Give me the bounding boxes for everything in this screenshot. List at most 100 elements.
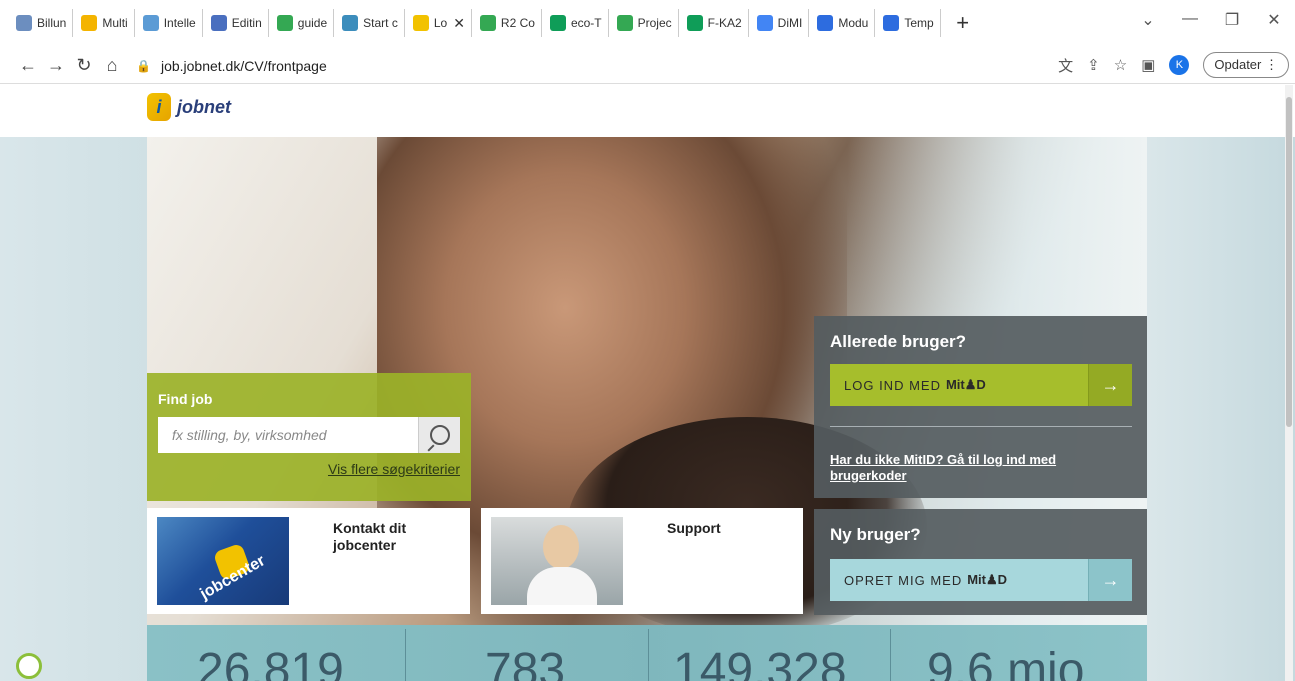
login-panel: Allerede bruger? LOG IND MED Mit♟D → Har…	[814, 316, 1147, 498]
more-search-criteria-link[interactable]: Vis flere søgekriterier	[158, 461, 460, 477]
scrollbar-thumb[interactable]	[1286, 97, 1292, 427]
login-mitid-label-area: LOG IND MED Mit♟D	[830, 364, 1088, 406]
share-icon[interactable]: ⇪	[1087, 56, 1100, 74]
jobnet-logo-icon: i	[147, 93, 171, 121]
new-user-heading: Ny bruger?	[830, 525, 921, 544]
close-tab-icon[interactable]: ✕	[453, 15, 465, 32]
browser-tab[interactable]: Start c	[334, 9, 405, 37]
update-button[interactable]: Opdater ⋮	[1203, 52, 1289, 78]
tab-search-icon[interactable]: ⌄	[1127, 10, 1169, 30]
tab-label: Projec	[637, 16, 672, 30]
statistics-band: 26.819 783 149.328 9,6 mio	[147, 625, 1147, 681]
page-content: i jobnet Find job fx stilling, by, virks…	[0, 85, 1295, 681]
tab-label: R2 Co	[500, 16, 535, 30]
tab-label: guide	[297, 16, 328, 30]
jobnet-logo[interactable]: i jobnet	[147, 93, 231, 121]
feedback-icon[interactable]	[16, 653, 42, 679]
tab-favicon-icon	[412, 15, 429, 31]
browser-tab[interactable]: Intelle	[135, 9, 203, 37]
search-icon	[429, 425, 450, 445]
find-job-box: Find job fx stilling, by, virksomhed Vis…	[147, 373, 471, 501]
minimize-icon[interactable]: —	[1169, 10, 1211, 30]
browser-tab[interactable]: Billun	[8, 9, 74, 37]
login-mitid-button[interactable]: LOG IND MED Mit♟D →	[830, 364, 1132, 406]
mitid-logo: Mit♟D	[945, 377, 986, 392]
login-divider	[830, 426, 1132, 427]
tab-favicon-icon	[549, 15, 566, 31]
address-bar[interactable]: 🔒 job.jobnet.dk/CV/frontpage	[136, 58, 327, 74]
tab-label: Lo	[433, 16, 448, 30]
page-scrollbar[interactable]	[1285, 85, 1293, 681]
jobnet-logo-text: jobnet	[177, 96, 231, 117]
arrow-right-icon: →	[1088, 559, 1132, 601]
tab-favicon-icon	[276, 15, 293, 31]
tab-favicon-icon	[616, 15, 633, 31]
tab-label: Temp	[904, 16, 934, 30]
profile-avatar[interactable]: K	[1169, 55, 1190, 75]
restore-icon[interactable]: ❐	[1211, 10, 1253, 30]
browser-tab[interactable]: Editin	[203, 9, 269, 37]
update-label: Opdater	[1214, 57, 1262, 72]
stat-value: 783	[485, 644, 566, 681]
agent-body	[527, 567, 597, 605]
tab-favicon-icon	[686, 15, 703, 31]
stat-separator	[405, 629, 406, 681]
side-panel-icon[interactable]: ▣	[1141, 56, 1155, 74]
url-text: job.jobnet.dk/CV/frontpage	[160, 57, 327, 74]
mitid-logo: Mit♟D	[967, 572, 1008, 587]
tab-label: Multi	[102, 16, 128, 30]
tab-favicon-icon	[817, 15, 834, 31]
arrow-right-icon: →	[1088, 364, 1132, 406]
job-search-input[interactable]: fx stilling, by, virksomhed	[158, 417, 418, 453]
browser-tab[interactable]: Multi	[73, 9, 135, 37]
support-card[interactable]: Support	[481, 508, 803, 614]
browser-tab[interactable]: eco-T	[542, 9, 609, 37]
back-icon[interactable]: ←	[14, 55, 42, 76]
tab-label: Billun	[37, 16, 67, 30]
stat-value: 26.819	[197, 644, 344, 681]
browser-tab[interactable]: guide	[269, 9, 335, 37]
tab-label: F-KA2	[707, 16, 742, 30]
login-heading: Allerede bruger?	[830, 332, 967, 351]
tab-favicon-icon	[81, 15, 98, 31]
bookmark-star-icon[interactable]: ☆	[1114, 56, 1127, 74]
browser-tab[interactable]: Projec	[609, 9, 679, 37]
tab-favicon-icon	[342, 15, 359, 31]
close-window-icon[interactable]: ✕	[1253, 10, 1295, 30]
translate-icon[interactable]: 文	[1058, 55, 1073, 76]
reload-icon[interactable]: ↻	[70, 55, 98, 76]
create-mitid-label-area: OPRET MIG MED Mit♟D	[830, 559, 1088, 601]
tab-favicon-icon	[142, 15, 159, 31]
tab-label: Intelle	[163, 16, 196, 30]
jobcenter-mat-image: jobcenter	[157, 517, 289, 605]
tab-label: DiMI	[777, 16, 803, 30]
create-mitid-label: OPRET MIG MED	[844, 572, 963, 588]
forward-icon[interactable]: →	[42, 55, 70, 76]
browser-tab[interactable]: R2 Co	[472, 9, 542, 37]
stat-separator	[648, 629, 649, 681]
user-credentials-link[interactable]: Har du ikke MitID? Gå til log ind med br…	[830, 452, 1130, 484]
new-tab-button[interactable]: +	[951, 10, 975, 36]
stat-value: 9,6 mio	[927, 644, 1085, 681]
tab-label: Start c	[363, 16, 398, 30]
browser-tab[interactable]: F-KA2	[679, 9, 749, 37]
browser-toolbar: ← → ↻ ⌂ 🔒 job.jobnet.dk/CV/frontpage 文 ⇪…	[0, 48, 1295, 84]
tab-favicon-icon	[756, 15, 773, 31]
tab-label: Editin	[231, 16, 262, 30]
job-search-row: fx stilling, by, virksomhed	[158, 417, 460, 453]
browser-tab[interactable]: Temp	[875, 9, 941, 37]
browser-tab[interactable]: DiMI	[749, 9, 810, 37]
browser-tab-strip: Billun Multi Intelle Editin guide Start c Lo ✕ R…	[0, 0, 1295, 46]
browser-tab[interactable]: Lo ✕	[404, 9, 472, 37]
search-button[interactable]	[418, 417, 460, 453]
contact-jobcenter-title: Kontakt dit jobcenter	[333, 520, 407, 553]
support-agent-image	[491, 517, 623, 605]
browser-tab[interactable]: Modu	[809, 9, 876, 37]
create-mitid-button[interactable]: OPRET MIG MED Mit♟D →	[830, 559, 1132, 601]
lock-icon: 🔒	[136, 58, 151, 73]
window-controls: ⌄ — ❐ ✕	[1127, 10, 1295, 30]
stat-value: 149.328	[673, 644, 847, 681]
tab-favicon-icon	[479, 15, 496, 31]
home-icon[interactable]: ⌂	[98, 55, 126, 76]
contact-jobcenter-card[interactable]: jobcenter Kontakt dit jobcenter	[147, 508, 470, 614]
